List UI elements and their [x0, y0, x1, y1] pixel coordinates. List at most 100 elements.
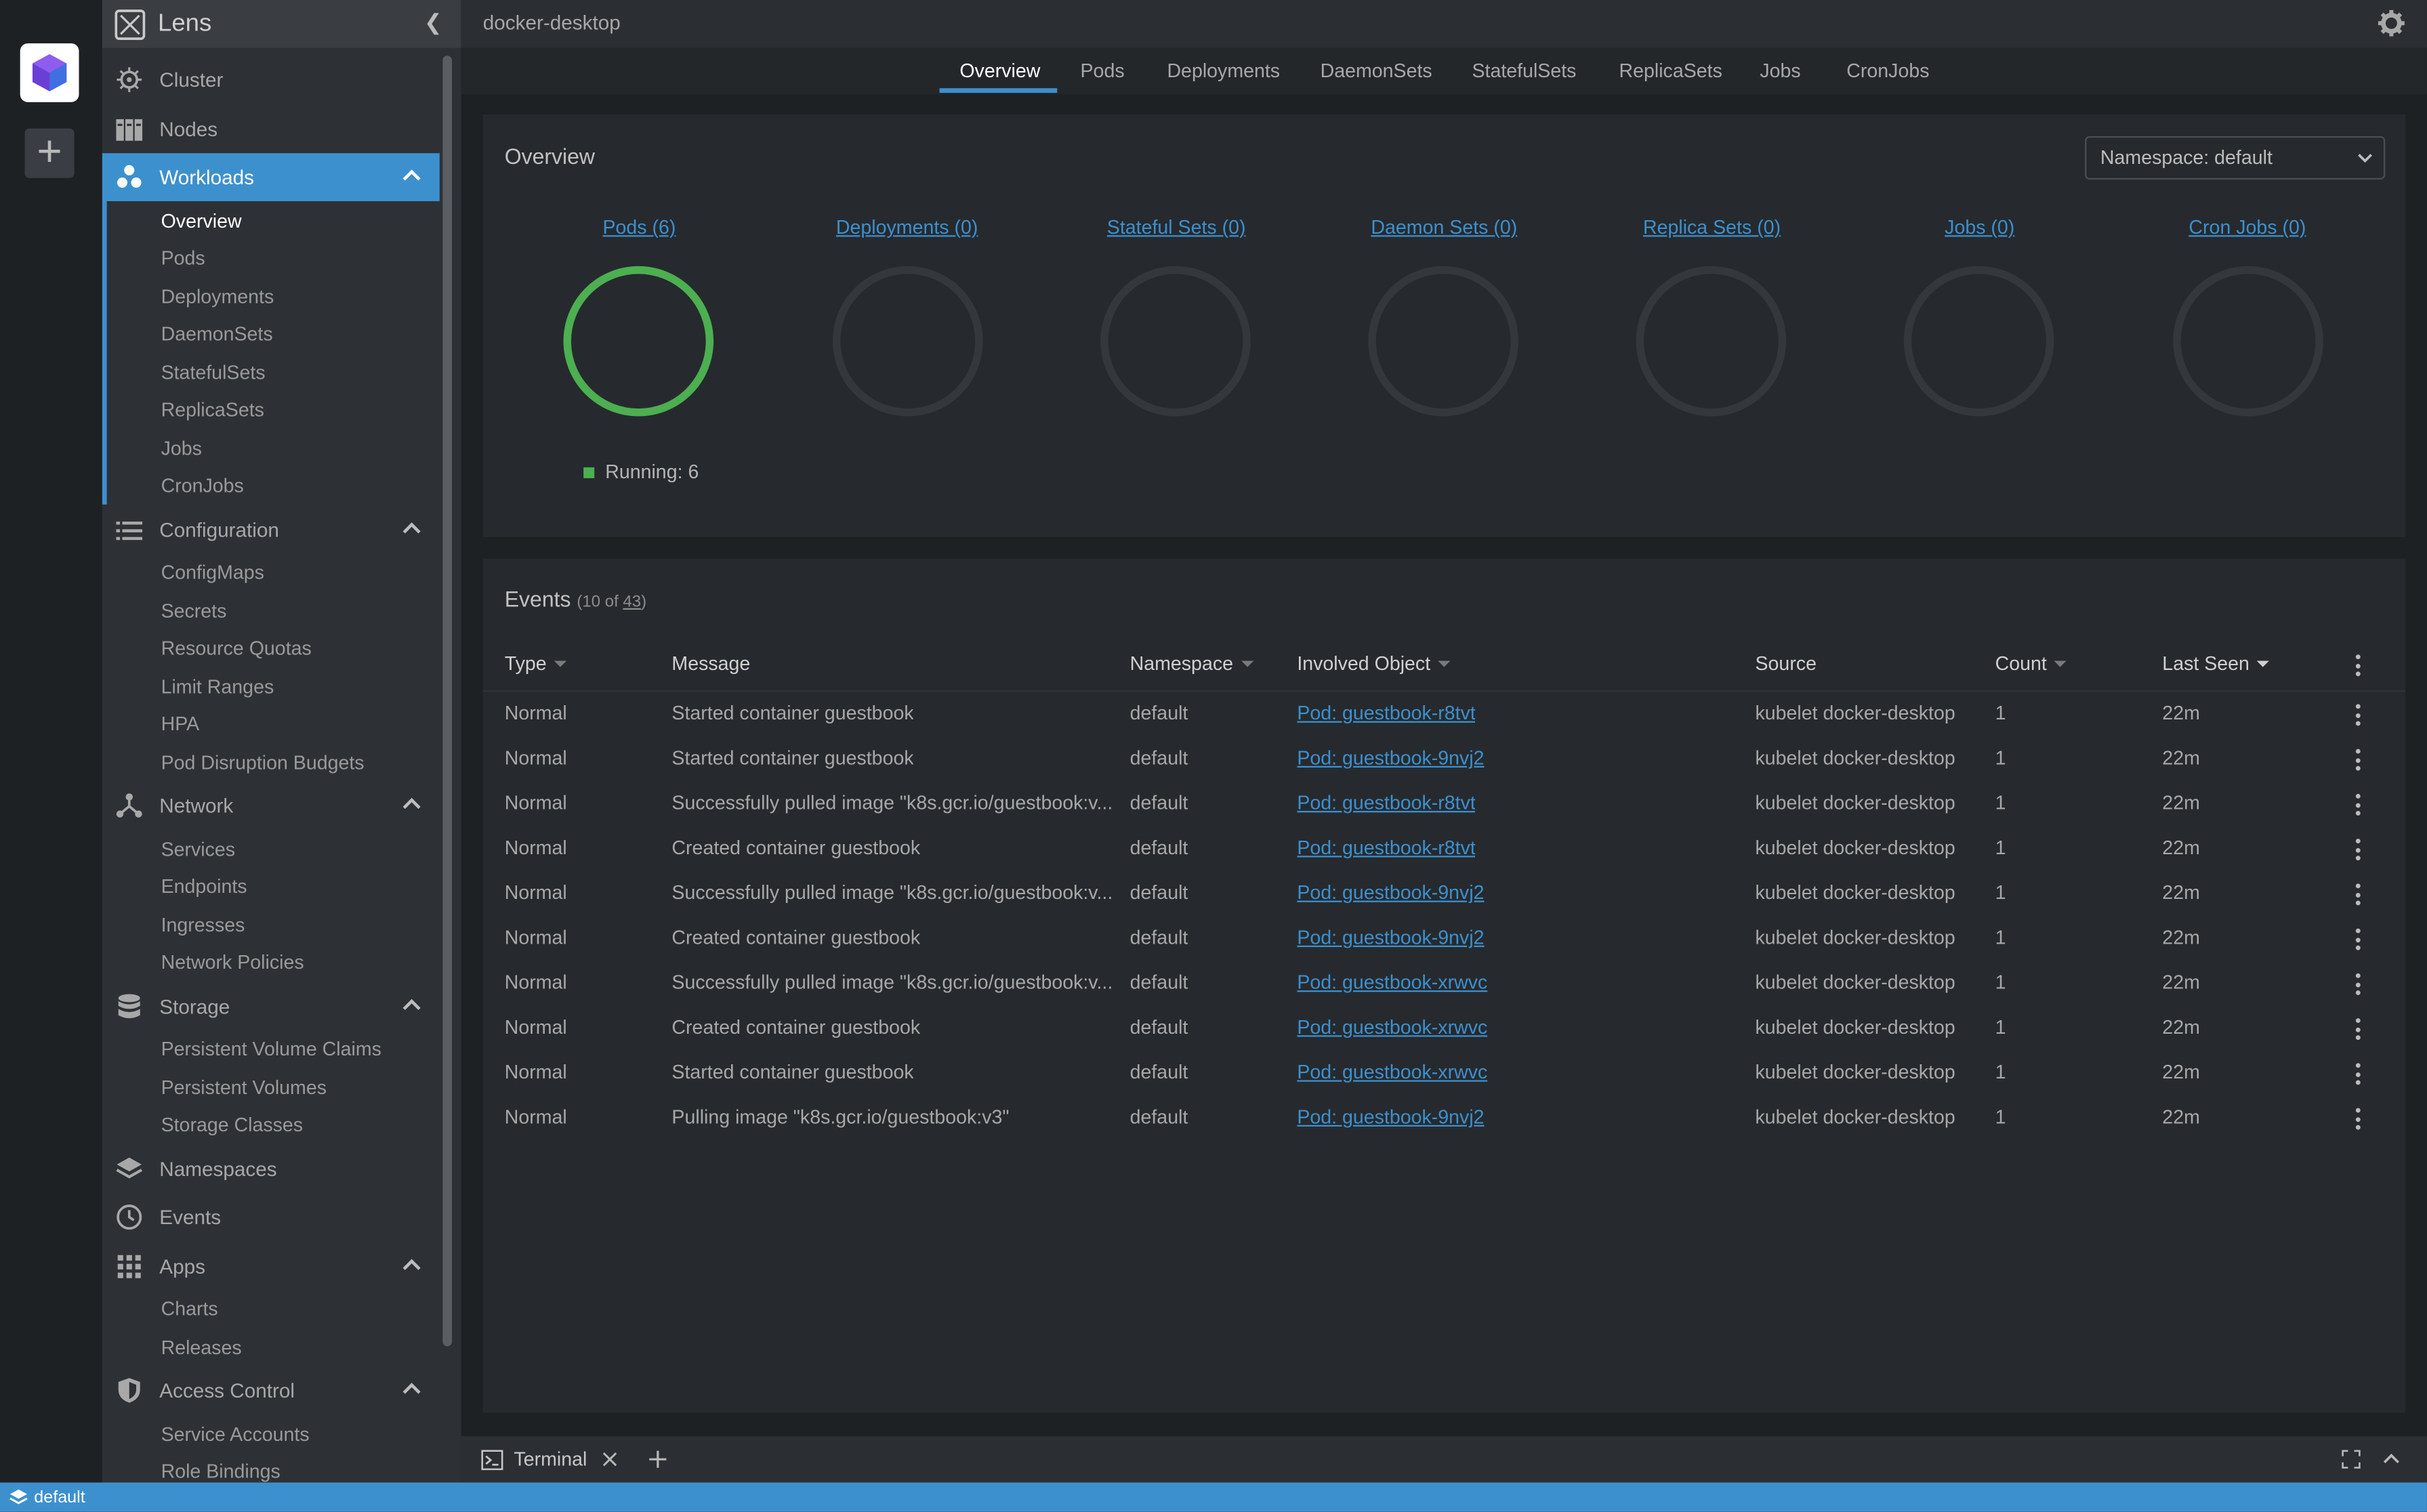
table-row[interactable]: Normal Successfully pulled image "k8s.gcr…	[483, 782, 2405, 826]
status-namespace[interactable]: default	[34, 1488, 85, 1506]
row-menu-icon[interactable]	[2355, 1108, 2361, 1130]
table-row[interactable]: Normal Created container guestbook default…	[483, 826, 2405, 871]
sidebar-subitem-resource-quotas[interactable]: Resource Quotas	[161, 630, 312, 667]
sidebar-subitem-ingresses[interactable]: Ingresses	[161, 907, 245, 944]
row-menu-icon[interactable]	[2355, 704, 2361, 726]
column-menu-icon[interactable]	[2355, 654, 2361, 677]
cluster-icon-button[interactable]	[20, 43, 79, 102]
cell-involved-object[interactable]: Pod: guestbook-9nvj2	[1297, 882, 1484, 904]
cell-involved-object[interactable]: Pod: guestbook-r8tvt	[1297, 793, 1476, 814]
tab-replicasets[interactable]: ReplicaSets	[1619, 60, 1722, 82]
sidebar-subitem-services[interactable]: Services	[161, 831, 236, 868]
column-header-involved-object[interactable]: Involved Object	[1297, 653, 1451, 675]
row-menu-icon[interactable]	[2355, 839, 2361, 861]
tab-cronjobs[interactable]: CronJobs	[1846, 60, 1929, 82]
row-menu-icon[interactable]	[2355, 883, 2361, 906]
table-row[interactable]: Normal Started container guestbook default…	[483, 692, 2405, 736]
column-header-namespace[interactable]: Namespace	[1130, 653, 1253, 675]
sidebar-subitem-configmaps[interactable]: ConfigMaps	[161, 554, 264, 591]
tab-deployments[interactable]: Deployments	[1167, 60, 1280, 82]
column-header-message[interactable]: Message	[671, 653, 750, 675]
gear-icon[interactable]	[2378, 9, 2405, 37]
tab-pods[interactable]: Pods	[1081, 60, 1125, 82]
sidebar-subitem-secrets[interactable]: Secrets	[161, 593, 227, 630]
tab-daemonsets[interactable]: DaemonSets	[1321, 60, 1432, 82]
table-row[interactable]: Normal Created container guestbook default…	[483, 1006, 2405, 1051]
sidebar-item-configuration[interactable]: Configuration	[102, 506, 440, 554]
sidebar-item-access-control[interactable]: Access Control	[102, 1366, 440, 1414]
collapse-sidebar-icon[interactable]: ❮	[424, 9, 442, 36]
table-row[interactable]: Normal Created container guestbook default…	[483, 916, 2405, 961]
row-menu-icon[interactable]	[2355, 793, 2361, 816]
sidebar-subitem-releases[interactable]: Releases	[161, 1329, 242, 1366]
table-row[interactable]: Normal Pulling image "k8s.gcr.io/guestboo…	[483, 1095, 2405, 1140]
row-menu-icon[interactable]	[2355, 1018, 2361, 1041]
sidebar-subitem-role-bindings[interactable]: Role Bindings	[161, 1453, 281, 1482]
sidebar-item-events[interactable]: Events	[102, 1193, 440, 1241]
sidebar-subitem-cronjobs[interactable]: CronJobs	[161, 467, 244, 505]
cell-involved-object[interactable]: Pod: guestbook-xrwvc	[1297, 972, 1487, 994]
sidebar-subitem-limit-ranges[interactable]: Limit Ranges	[161, 669, 274, 706]
chevron-up-icon[interactable]	[401, 794, 423, 816]
table-row[interactable]: Normal Started container guestbook default…	[483, 1051, 2405, 1095]
sidebar-subitem-endpoints[interactable]: Endpoints	[161, 868, 247, 906]
close-icon[interactable]	[602, 1452, 618, 1467]
table-row[interactable]: Normal Successfully pulled image "k8s.gcr…	[483, 871, 2405, 916]
sidebar-item-network[interactable]: Network	[102, 782, 440, 830]
workload-link-cronjobs[interactable]: Cron Jobs (0)	[2132, 217, 2364, 238]
cell-involved-object[interactable]: Pod: guestbook-xrwvc	[1297, 1017, 1487, 1038]
row-menu-icon[interactable]	[2355, 928, 2361, 950]
sidebar-subitem-storage-classes[interactable]: Storage Classes	[161, 1106, 304, 1143]
cell-involved-object[interactable]: Pod: guestbook-r8tvt	[1297, 702, 1476, 724]
tab-statefulsets[interactable]: StatefulSets	[1472, 60, 1576, 82]
cell-involved-object[interactable]: Pod: guestbook-9nvj2	[1297, 1106, 1484, 1128]
row-menu-icon[interactable]	[2355, 973, 2361, 995]
fullscreen-icon[interactable]	[2342, 1450, 2361, 1469]
sidebar-subitem-daemonsets[interactable]: DaemonSets	[161, 316, 273, 353]
table-row[interactable]: Normal Started container guestbook default…	[483, 736, 2405, 781]
row-menu-icon[interactable]	[2355, 1063, 2361, 1085]
sidebar-item-namespaces[interactable]: Namespaces	[102, 1145, 440, 1193]
sidebar-subitem-charts[interactable]: Charts	[161, 1290, 218, 1328]
sidebar-subitem-deployments[interactable]: Deployments	[161, 278, 274, 316]
dock-tab-terminal[interactable]: Terminal	[481, 1448, 667, 1470]
column-header-source[interactable]: Source	[1756, 653, 1817, 675]
chevron-up-icon[interactable]	[401, 1255, 423, 1277]
namespace-select[interactable]: Namespace: default	[2085, 136, 2386, 180]
column-header-count[interactable]: Count	[1995, 653, 2067, 675]
workload-link-pods[interactable]: Pods (6)	[523, 217, 755, 238]
chevron-up-icon[interactable]	[401, 165, 423, 187]
workload-link-replicasets[interactable]: Replica Sets (0)	[1596, 217, 1828, 238]
add-cluster-button[interactable]: +	[24, 127, 75, 178]
events-count-total[interactable]: 43	[623, 593, 641, 611]
workload-link-statefulsets[interactable]: Stateful Sets (0)	[1060, 217, 1293, 238]
sidebar-subitem-pods[interactable]: Pods	[161, 240, 205, 277]
chevron-up-icon[interactable]	[2382, 1452, 2401, 1467]
sidebar-item-apps[interactable]: Apps	[102, 1242, 440, 1290]
sidebar-item-nodes[interactable]: Nodes	[102, 105, 440, 153]
column-header-type[interactable]: Type	[505, 653, 567, 675]
sidebar-subitem-statefulsets[interactable]: StatefulSets	[161, 354, 266, 392]
workload-link-jobs[interactable]: Jobs (0)	[1863, 217, 2096, 238]
cell-involved-object[interactable]: Pod: guestbook-9nvj2	[1297, 927, 1484, 948]
chevron-up-icon[interactable]	[401, 1379, 423, 1400]
table-row[interactable]: Normal Successfully pulled image "k8s.gcr…	[483, 961, 2405, 1006]
chevron-up-icon[interactable]	[401, 518, 423, 540]
tab-overview[interactable]: Overview	[959, 60, 1040, 82]
chevron-up-icon[interactable]	[401, 995, 423, 1017]
sidebar-item-workloads[interactable]: Workloads	[102, 153, 440, 201]
workload-link-daemonsets[interactable]: Daemon Sets (0)	[1328, 217, 1560, 238]
sidebar-subitem-persistent-volumes[interactable]: Persistent Volumes	[161, 1070, 327, 1107]
sidebar-item-cluster[interactable]: Cluster	[102, 56, 440, 104]
column-header-last-seen[interactable]: Last Seen	[2162, 653, 2270, 675]
sidebar-scrollbar[interactable]	[442, 56, 453, 1347]
tab-jobs[interactable]: Jobs	[1760, 60, 1800, 82]
row-menu-icon[interactable]	[2355, 749, 2361, 771]
workload-link-deployments[interactable]: Deployments (0)	[791, 217, 1023, 238]
cell-involved-object[interactable]: Pod: guestbook-9nvj2	[1297, 747, 1484, 769]
plus-icon[interactable]	[649, 1450, 667, 1468]
sidebar-subitem-jobs[interactable]: Jobs	[161, 430, 202, 467]
cell-involved-object[interactable]: Pod: guestbook-r8tvt	[1297, 837, 1476, 859]
sidebar-item-storage[interactable]: Storage	[102, 983, 440, 1031]
sidebar-subitem-network-policies[interactable]: Network Policies	[161, 944, 304, 981]
